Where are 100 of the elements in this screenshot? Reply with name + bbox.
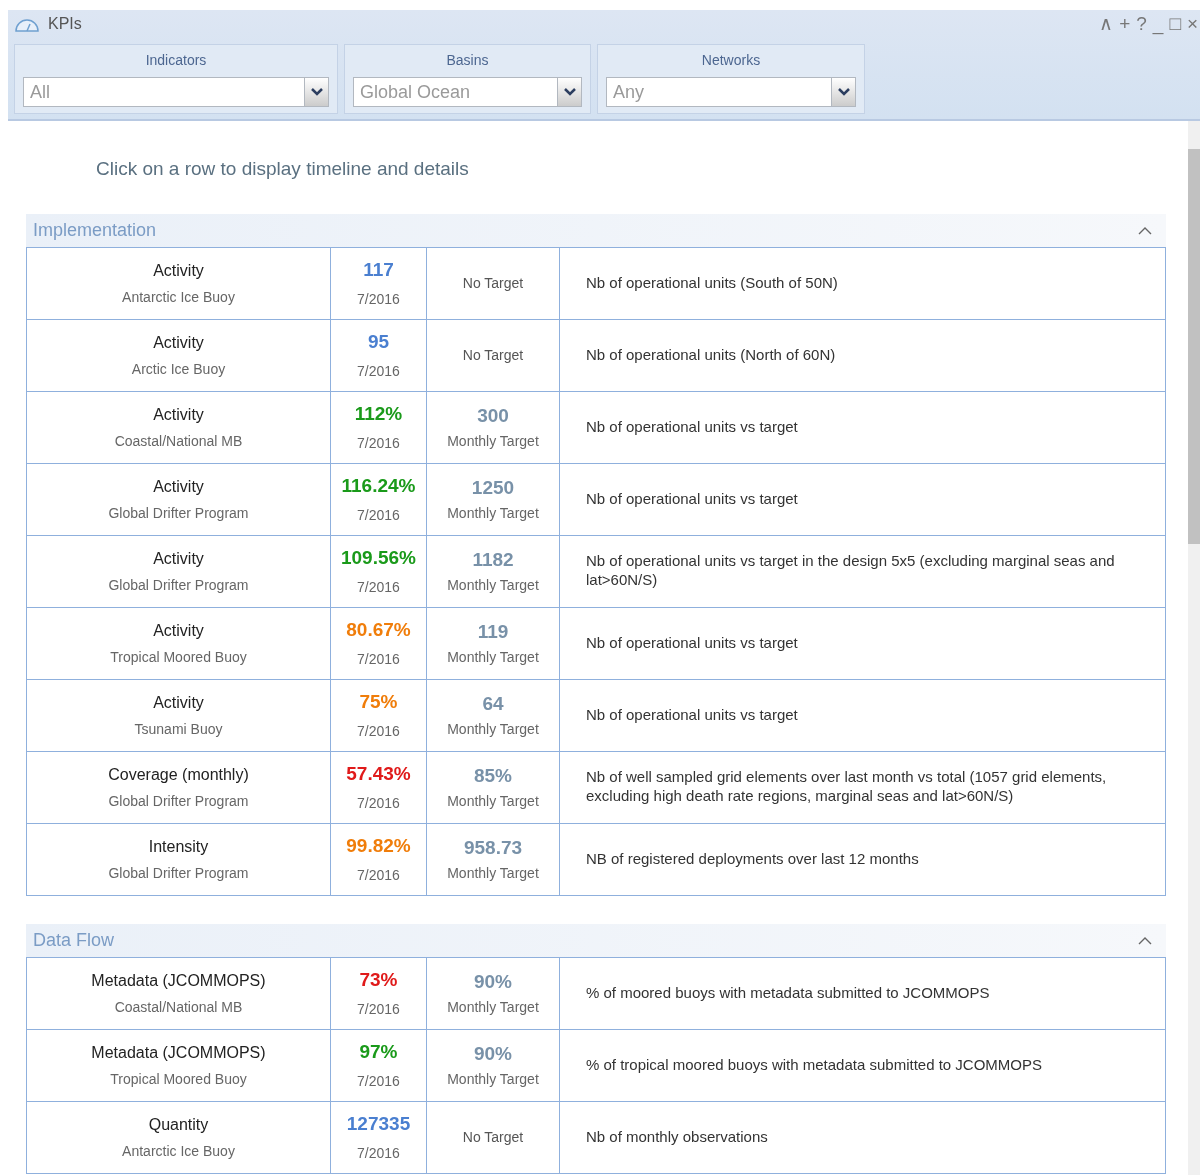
kpi-value: 109.56% <box>340 546 417 571</box>
kpi-date: 7/2016 <box>356 433 401 453</box>
kpi-row[interactable]: Activity Global Drifter Program 116.24% 7/2016 1250 Monthly Target Nb of operational units vs target <box>26 463 1166 535</box>
target-value: 958.73 <box>462 836 524 861</box>
indicator-name: Activity <box>152 404 205 425</box>
kpi-row[interactable]: Activity Global Drifter Program 109.56% 7/2016 1182 Monthly Target Nb of operational units vs target in the design 5x5 (excluding marginal seas and lat>60N/S) <box>26 535 1166 607</box>
network-name: Antarctic Ice Buoy <box>121 287 236 307</box>
kpi-date: 7/2016 <box>356 999 401 1019</box>
network-name: Tropical Moored Buoy <box>109 1069 248 1089</box>
description-cell: Nb of operational units vs target <box>559 463 1166 535</box>
description-cell: Nb of well sampled grid elements over last month vs total (1057 grid elements, excluding high death rate regions, marginal seas and lat>60N/S) <box>559 751 1166 823</box>
indicator-name: Activity <box>152 620 205 641</box>
kpi-value: 116.24% <box>340 474 417 499</box>
indicator-name: Activity <box>152 260 205 281</box>
kpi-value: 127335 <box>345 1112 412 1137</box>
target-value: 119 <box>476 620 510 645</box>
target-label: Monthly Target <box>446 1069 540 1089</box>
target-label: Monthly Target <box>446 791 540 811</box>
indicator-name: Activity <box>152 476 205 497</box>
kpi-row[interactable]: Quantity Antarctic Ice Buoy 127335 7/2016 No Target Nb of monthly observations <box>26 1101 1166 1173</box>
network-name: Tropical Moored Buoy <box>109 647 248 667</box>
kpi-date: 7/2016 <box>356 361 401 381</box>
kpi-date: 7/2016 <box>356 649 401 669</box>
kpi-value: 117 <box>362 258 395 283</box>
target-value: 1250 <box>470 476 516 501</box>
indicator-name: Metadata (JCOMMOPS) <box>90 1042 267 1063</box>
indicator-name: Metadata (JCOMMOPS) <box>90 970 267 991</box>
kpi-value: 99.82% <box>345 834 412 859</box>
minimize-button[interactable]: _ <box>1150 9 1166 39</box>
target-label: Monthly Target <box>446 575 540 595</box>
target-label: Monthly Target <box>446 647 540 667</box>
kpi-date: 7/2016 <box>356 793 401 813</box>
description-cell: % of moored buoys with metadata submitted to JCOMMOPS <box>559 957 1166 1029</box>
kpi-date: 7/2016 <box>356 865 401 885</box>
kpi-row[interactable]: Metadata (JCOMMOPS) Coastal/National MB 73% 7/2016 90% Monthly Target % of moored buoys with metadata submitted to JCOMMOPS <box>26 957 1166 1029</box>
kpi-row[interactable]: Metadata (JCOMMOPS) Tropical Moored Buoy 97% 7/2016 90% Monthly Target % of tropical moored buoys with metadata submitted to JCOMMOPS <box>26 1029 1166 1101</box>
description-cell: Nb of operational units vs target <box>559 607 1166 679</box>
section-title: Implementation <box>33 218 157 242</box>
maximize-button[interactable]: □ <box>1167 9 1183 39</box>
description-cell: Nb of operational units (South of 50N) <box>559 247 1166 319</box>
description-cell: NB of registered deployments over last 12 months <box>559 823 1166 895</box>
kpi-row[interactable]: Activity Tsunami Buoy 75% 7/2016 64 Monthly Target Nb of operational units vs target <box>26 679 1166 751</box>
kpi-date: 7/2016 <box>356 721 401 741</box>
kpi-value: 97% <box>358 1040 399 1065</box>
indicator-name: Activity <box>152 692 205 713</box>
target-value: 90% <box>473 970 513 995</box>
help-button[interactable]: ? <box>1134 9 1149 39</box>
kpi-row[interactable]: Activity Antarctic Ice Buoy 117 7/2016 No Target Nb of operational units (South of 50N) <box>26 247 1166 319</box>
target-label: Monthly Target <box>446 863 540 883</box>
kpi-value: 112% <box>353 402 404 427</box>
description-cell: Nb of monthly observations <box>559 1101 1166 1173</box>
description-cell: Nb of operational units (North of 60N) <box>559 319 1166 391</box>
target-label: Monthly Target <box>446 503 540 523</box>
description-cell: Nb of operational units vs target <box>559 679 1166 751</box>
network-name: Global Drifter Program <box>107 575 250 595</box>
kpi-value: 95 <box>366 330 391 355</box>
network-name: Global Drifter Program <box>107 791 250 811</box>
network-name: Coastal/National MB <box>113 431 244 451</box>
kpi-date: 7/2016 <box>356 1071 401 1091</box>
kpi-row[interactable]: Activity Coastal/National MB 112% 7/2016 300 Monthly Target Nb of operational units vs target <box>26 391 1166 463</box>
add-button[interactable]: + <box>1117 9 1133 39</box>
kpi-row[interactable]: Intensity Global Drifter Program 99.82% 7/2016 958.73 Monthly Target NB of registered deployments over last 12 months <box>26 823 1166 895</box>
kpi-value: 80.67% <box>345 618 412 643</box>
target-value: 64 <box>481 692 505 717</box>
indicator-name: Quantity <box>147 1114 210 1135</box>
section-title: Data Flow <box>33 928 115 952</box>
indicator-name: Activity <box>152 332 205 353</box>
hint-text: Click on a row to display timeline and details <box>96 157 470 181</box>
target-label: No Target <box>461 273 525 293</box>
filter-label: Networks <box>700 51 762 70</box>
kpi-date: 7/2016 <box>356 505 401 525</box>
filter-label: Indicators <box>144 51 208 70</box>
network-name: Global Drifter Program <box>107 863 250 883</box>
target-label: No Target <box>461 1127 525 1147</box>
target-label: Monthly Target <box>446 719 540 739</box>
close-button[interactable]: × <box>1184 9 1200 39</box>
description-cell: Nb of operational units vs target in the design 5x5 (excluding marginal seas and lat>60N/S) <box>559 535 1166 607</box>
target-label: No Target <box>461 345 525 365</box>
kpi-value: 57.43% <box>345 762 412 787</box>
network-name: Coastal/National MB <box>113 997 244 1017</box>
network-name: Antarctic Ice Buoy <box>121 1141 236 1161</box>
collapse-button[interactable]: ∧ <box>1097 9 1116 39</box>
indicator-name: Coverage (monthly) <box>107 764 250 785</box>
description-cell: % of tropical moored buoys with metadata submitted to JCOMMOPS <box>559 1029 1166 1101</box>
kpi-row[interactable]: Activity Tropical Moored Buoy 80.67% 7/2016 119 Monthly Target Nb of operational units vs target <box>26 607 1166 679</box>
target-label: Monthly Target <box>446 431 540 451</box>
network-name: Global Drifter Program <box>107 503 250 523</box>
window-title: KPIs <box>48 14 82 34</box>
target-value: 90% <box>473 1042 513 1067</box>
target-value: 300 <box>476 404 510 429</box>
kpi-date: 7/2016 <box>356 577 401 597</box>
indicator-name: Activity <box>152 548 205 569</box>
kpi-date: 7/2016 <box>356 1143 401 1163</box>
kpi-date: 7/2016 <box>356 289 401 309</box>
filter-label: Basins <box>445 51 490 70</box>
kpi-row[interactable]: Activity Arctic Ice Buoy 95 7/2016 No Target Nb of operational units (North of 60N) <box>26 319 1166 391</box>
kpi-value: 75% <box>358 690 399 715</box>
description-cell: Nb of operational units vs target <box>559 391 1166 463</box>
target-label: Monthly Target <box>446 997 540 1017</box>
network-name: Tsunami Buoy <box>133 719 224 739</box>
